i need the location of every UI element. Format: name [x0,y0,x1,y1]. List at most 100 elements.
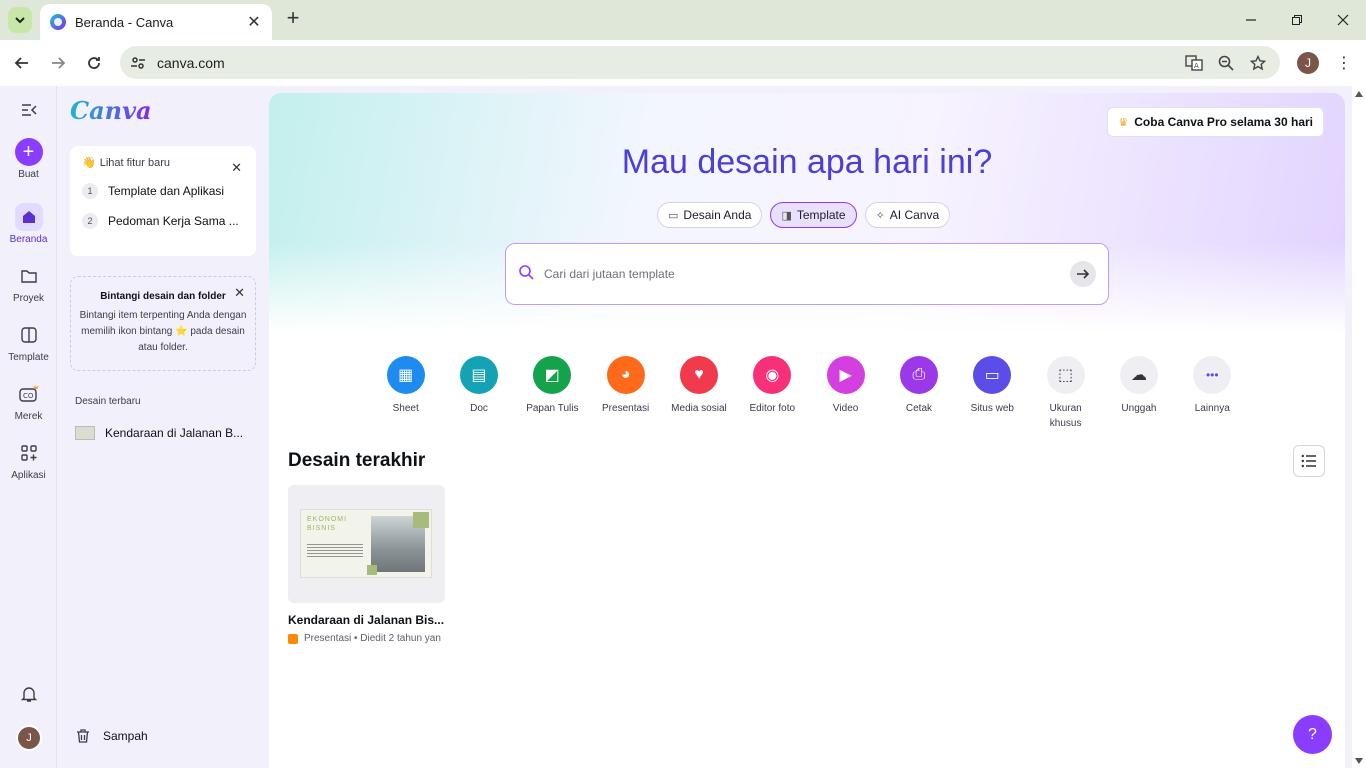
omnibox[interactable]: canva.com A [120,46,1280,79]
feature-item[interactable]: 1 Template dan Aplikasi [82,183,244,199]
shortcut-lainnya[interactable]: ••• Lainnya [1176,356,1249,431]
site-settings-icon[interactable] [128,53,148,73]
shortcut-presentasi[interactable]: ◕ Presentasi [589,356,662,431]
browser-tab-bar: Beranda - Canva ✕ + [0,0,1366,40]
ukuran-khusus-icon: ⬚ [1046,356,1085,394]
restore-button[interactable] [1285,8,1309,32]
video-icon: ▶ [826,356,865,394]
scroll-up-icon[interactable] [1355,91,1363,97]
shortcut-unggah[interactable]: ☁ Unggah [1102,356,1175,431]
situs-web-icon: ▭ [973,356,1012,394]
notifications-bell-icon[interactable] [18,683,40,705]
collapse-menu-icon [21,104,37,116]
try-pro-button[interactable]: ♛ Coba Canva Pro selama 30 hari [1107,107,1324,137]
shortcut-media-sosial[interactable]: ♥ Media sosial [662,356,735,431]
shortcut-video[interactable]: ▶ Video [809,356,882,431]
search-submit-button[interactable] [1070,261,1096,287]
minimize-button[interactable] [1239,8,1263,32]
arrow-right-icon [52,57,66,69]
brand-icon: CO [15,380,43,408]
zoom-icon[interactable] [1216,53,1236,73]
feature-number: 2 [82,213,98,229]
user-avatar[interactable]: J [16,725,42,751]
plus-icon: + [14,138,43,166]
search-icon [518,264,534,284]
help-button[interactable]: ? [1293,715,1332,754]
shortcut-editor-foto[interactable]: ◉ Editor foto [736,356,809,431]
shortcut-cetak[interactable]: ⎙ Cetak [882,356,955,431]
rail-label: Buat [18,169,39,180]
recent-designs-label: Desain terbaru [75,396,141,407]
rail-item-home[interactable]: Beranda [0,203,57,245]
try-pro-label: Coba Canva Pro selama 30 hari [1134,115,1313,129]
chip-template[interactable]: ◨ Template [770,202,857,228]
template-search-box [505,243,1109,305]
rail-item-projects[interactable]: Proyek [0,262,57,304]
page-scrollbar[interactable] [1352,86,1366,768]
rail-item-apps[interactable]: Aplikasi [0,439,57,481]
list-view-toggle[interactable] [1293,445,1325,477]
design-thumbnail [75,426,95,440]
shortcut-label: Lainnya [1194,403,1230,414]
bookmark-star-icon[interactable] [1248,53,1268,73]
forward-button[interactable] [45,50,71,76]
shortcut-situs-web[interactable]: ▭ Situs web [956,356,1029,431]
browser-tab[interactable]: Beranda - Canva ✕ [40,4,272,40]
shortcut-papan-tulis[interactable]: ◩ Papan Tulis [516,356,589,431]
rail-create-button[interactable]: + Buat [0,138,57,180]
doc-icon: ▤ [459,356,498,394]
apps-icon [15,439,43,467]
scroll-down-icon[interactable] [1355,758,1363,764]
shortcut-doc[interactable]: ▤ Doc [442,356,515,431]
design-card[interactable]: EKONOMI BISNIS Kendaraan di Jalanan Bis.… [288,485,445,644]
close-tab-icon[interactable]: ✕ [246,12,262,32]
search-scope-chips: ▭ Desain Anda ◨ Template ✧ AI Canva [657,202,951,228]
recent-design-name: Kendaraan di Jalanan B... [105,426,244,440]
chip-your-designs[interactable]: ▭ Desain Anda [657,202,763,228]
rail-menu-toggle[interactable] [0,102,57,118]
shortcut-label: Doc [470,403,488,414]
canva-app: + Buat Beranda Proyek Template CO Merek [0,86,1366,768]
shortcut-ukuran-khusus[interactable]: ⬚ Ukuran khusus [1029,356,1102,431]
back-button[interactable] [9,50,35,76]
address-toolbar: canva.com A J ⋮ [0,40,1366,86]
shortcut-label: Cetak [905,403,933,414]
rail-label: Template [8,352,49,363]
reload-button[interactable] [81,50,107,76]
new-tab-button[interactable]: + [282,7,304,30]
tab-search-button[interactable] [8,7,32,33]
new-features-header[interactable]: 👋 Lihat fitur baru [82,156,244,170]
close-window-button[interactable] [1331,8,1355,32]
template-icon [15,321,43,349]
trash-icon [77,729,89,743]
browser-menu-icon[interactable]: ⋮ [1334,52,1354,74]
home-icon [14,203,43,231]
canva-logo[interactable]: Canva [70,96,152,125]
translate-icon[interactable]: A [1184,53,1204,73]
browser-profile-avatar[interactable]: J [1297,52,1319,74]
shortcut-label: Video [832,403,859,414]
crown-icon: ♛ [1118,116,1129,129]
papan-tulis-icon: ◩ [533,356,572,394]
rail-item-template[interactable]: Template [0,321,57,363]
chip-label: AI Canva [889,208,940,222]
lainnya-icon: ••• [1193,356,1232,394]
design-thumbnail: EKONOMI BISNIS [288,485,445,603]
unggah-icon: ☁ [1119,356,1158,394]
rail-item-brand[interactable]: CO Merek [0,380,57,422]
close-icon[interactable]: ✕ [231,160,242,176]
minimize-icon [1246,19,1256,21]
chip-ai-canva[interactable]: ✧ AI Canva [864,202,951,228]
search-input[interactable] [544,267,1070,281]
feature-item[interactable]: 2 Pedoman Kerja Sama ... [82,213,244,229]
trash-link[interactable]: Sampah [75,728,148,744]
star-tip-card: ✕ Bintangi desain dan folder Bintangi it… [70,276,256,371]
star-tip-body: Bintangi item terpenting Anda dengan mem… [79,310,247,353]
recent-design-item[interactable]: Kendaraan di Jalanan B... [75,426,243,440]
feature-label: Pedoman Kerja Sama ... [108,214,239,228]
left-rail: + Buat Beranda Proyek Template CO Merek [0,86,57,768]
shortcut-sheet[interactable]: ▦ Sheet [369,356,442,431]
close-icon[interactable]: ✕ [234,285,245,301]
folder-icon [15,262,43,290]
recent-designs-title: Desain terakhir [288,450,426,471]
